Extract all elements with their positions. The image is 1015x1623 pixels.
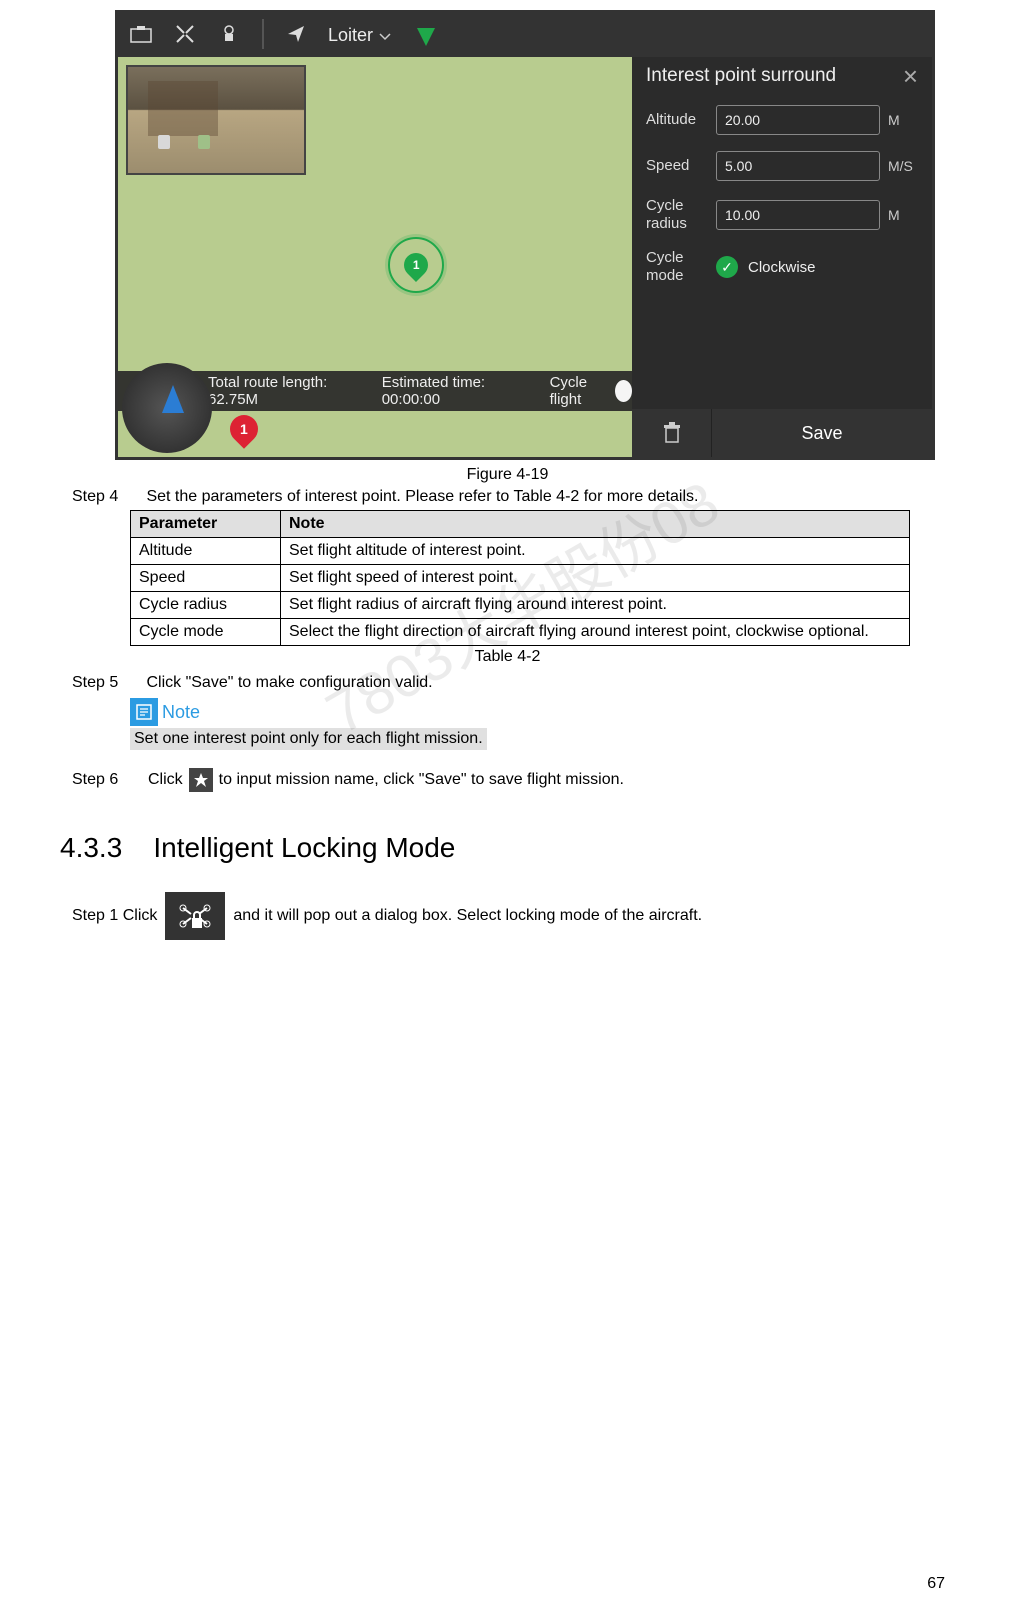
cycle-mode-value: Clockwise — [748, 259, 816, 276]
table-row: Altitude Set flight altitude of interest… — [131, 538, 910, 565]
location-arrow-icon[interactable] — [286, 24, 306, 47]
close-icon[interactable]: × — [903, 65, 918, 87]
figure-caption: Figure 4-19 — [60, 466, 955, 484]
speed-label: Speed — [646, 157, 716, 175]
section-heading: 4.3.3 Intelligent Locking Mode — [60, 832, 955, 864]
step6-label: Step 6 — [72, 771, 142, 789]
td-note: Set flight radius of aircraft flying aro… — [281, 592, 910, 619]
interest-point-marker[interactable]: 1 — [388, 237, 444, 293]
th-note: Note — [281, 511, 910, 538]
note-text: Set one interest point only for each fli… — [130, 728, 487, 750]
th-parameter: Parameter — [131, 511, 281, 538]
flight-mode-dropdown[interactable]: Loiter — [328, 25, 391, 46]
panel-form: Altitude M Speed M/S Cycle radius M Cycl… — [632, 95, 932, 409]
parameter-table: Parameter Note Altitude Set flight altit… — [130, 510, 910, 646]
drone-lock-button-icon — [165, 892, 225, 940]
route-length-label: Total route length: 62.75M — [208, 374, 344, 408]
step1-post: and it will pop out a dialog box. Select… — [233, 907, 702, 925]
cycle-flight-toggle[interactable] — [615, 380, 632, 402]
cycle-mode-label: Cycle mode — [646, 249, 716, 285]
panel-title: Interest point surround — [646, 65, 836, 87]
td-param: Altitude — [131, 538, 281, 565]
cycle-flight-label: Cycle flight — [550, 374, 606, 408]
step-6: Step 6 Click to input mission name, clic… — [72, 768, 955, 792]
waypoint-marker[interactable]: 1 — [230, 415, 258, 451]
td-note: Set flight altitude of interest point. — [281, 538, 910, 565]
td-note: Select the flight direction of aircraft … — [281, 619, 910, 646]
note-block: Note Set one interest point only for eac… — [130, 698, 955, 750]
speed-row: Speed M/S — [646, 151, 918, 181]
save-button[interactable]: Save — [712, 409, 932, 457]
section-title: Intelligent Locking Mode — [153, 832, 455, 863]
flight-mode-label: Loiter — [328, 25, 373, 46]
td-param: Cycle mode — [131, 619, 281, 646]
cycle-radius-input[interactable] — [716, 200, 880, 230]
settings-panel: Interest point surround × Altitude M Spe… — [632, 57, 932, 457]
cycle-mode-row: Cycle mode ✓ Clockwise — [646, 249, 918, 285]
map-area[interactable]: 1 Total route length: 62.75M Estimated t… — [118, 57, 632, 457]
step4-label: Step 4 — [72, 488, 142, 506]
section-number: 4.3.3 — [60, 832, 122, 863]
marker-number: 1 — [413, 258, 420, 272]
table-row: Cycle radius Set flight radius of aircra… — [131, 592, 910, 619]
altitude-input[interactable] — [716, 105, 880, 135]
clockwise-checkbox[interactable]: ✓ — [716, 256, 738, 278]
estimated-time-label: Estimated time: 00:00:00 — [382, 374, 512, 408]
camera-icon[interactable] — [130, 25, 152, 46]
app-screenshot: Loiter 1 Total route length: 62.75M Esti… — [115, 10, 935, 460]
waypoint-number: 1 — [240, 421, 248, 437]
page-number: 67 — [927, 1575, 945, 1593]
table-caption: Table 4-2 — [60, 648, 955, 666]
altitude-unit: M — [880, 112, 918, 128]
step-5: Step 5 Click "Save" to make configuratio… — [72, 674, 955, 692]
chevron-down-icon — [379, 25, 391, 46]
step-4: Step 4 Set the parameters of interest po… — [72, 488, 955, 506]
camera-preview[interactable] — [126, 65, 306, 175]
step6-pre: Click — [148, 771, 183, 789]
cycle-radius-label: Cycle radius — [646, 197, 716, 233]
td-note: Set flight speed of interest point. — [281, 565, 910, 592]
topbar: Loiter — [118, 13, 932, 57]
speed-input[interactable] — [716, 151, 880, 181]
signal-icon — [413, 22, 439, 48]
panel-header: Interest point surround × — [632, 57, 932, 95]
step-1: Step 1 Click and it will pop out a dialo… — [72, 892, 955, 940]
drone-lock-icon[interactable] — [218, 23, 240, 48]
step1-label: Step 1 Click — [72, 907, 157, 925]
compass-widget[interactable] — [122, 363, 212, 453]
note-label: Note — [162, 702, 200, 723]
step6-post: to input mission name, click "Save" to s… — [219, 771, 624, 789]
altitude-label: Altitude — [646, 111, 716, 129]
cycle-radius-unit: M — [880, 207, 918, 223]
panel-footer: Save — [632, 409, 932, 457]
table-row: Speed Set flight speed of interest point… — [131, 565, 910, 592]
altitude-row: Altitude M — [646, 105, 918, 135]
tools-icon[interactable] — [174, 23, 196, 48]
cycle-radius-row: Cycle radius M — [646, 197, 918, 233]
note-icon — [130, 698, 158, 726]
step5-text: Click "Save" to make configuration valid… — [146, 674, 432, 691]
star-icon — [189, 768, 213, 792]
step5-label: Step 5 — [72, 674, 142, 692]
td-param: Cycle radius — [131, 592, 281, 619]
step4-text: Set the parameters of interest point. Pl… — [146, 488, 698, 505]
table-row: Cycle mode Select the flight direction o… — [131, 619, 910, 646]
app-body: 1 Total route length: 62.75M Estimated t… — [118, 57, 932, 457]
speed-unit: M/S — [880, 158, 918, 174]
td-param: Speed — [131, 565, 281, 592]
divider-icon — [262, 19, 264, 52]
delete-button[interactable] — [632, 409, 712, 457]
